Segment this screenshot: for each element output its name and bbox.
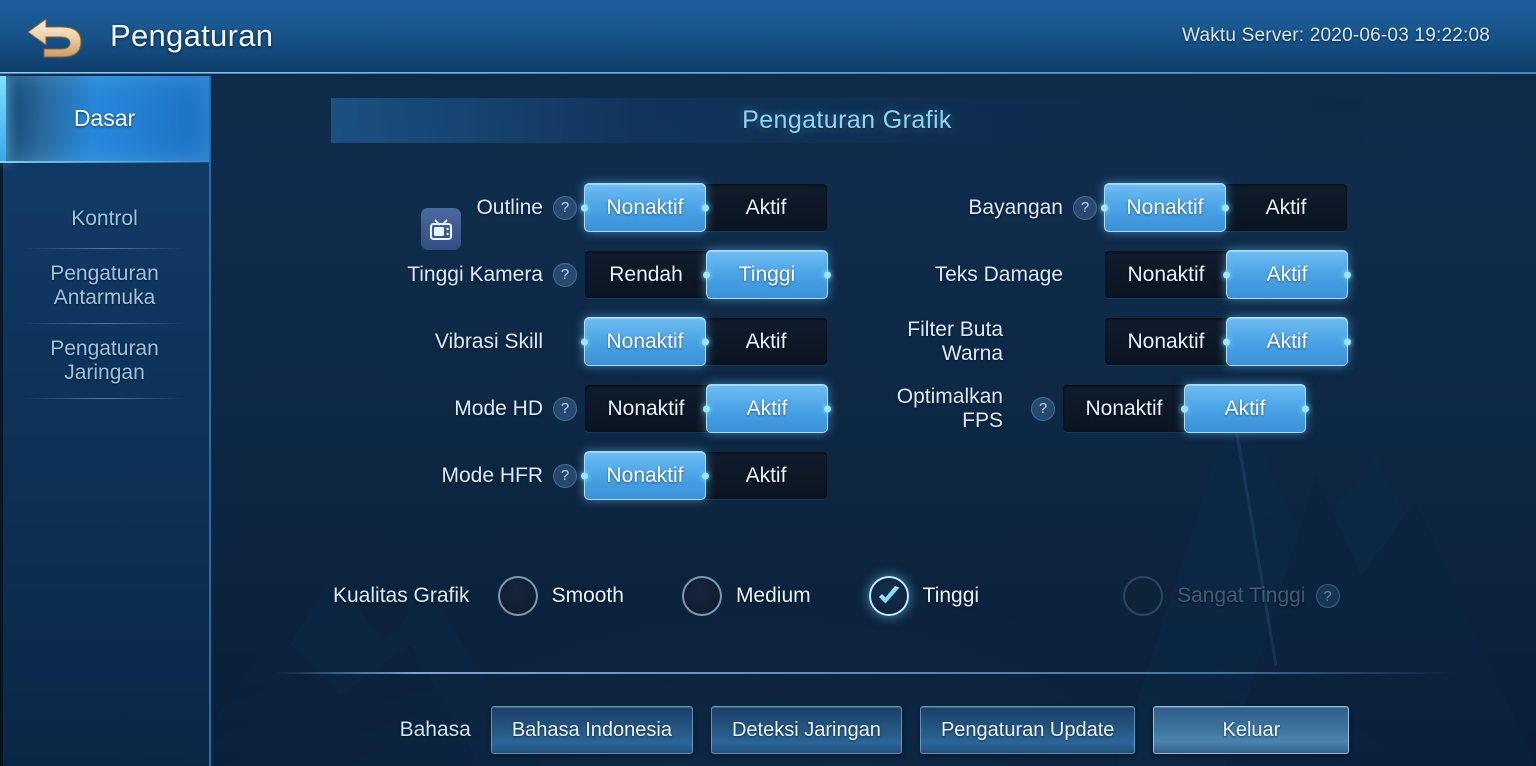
page-title: Pengaturan xyxy=(110,18,274,53)
radio-checked-icon xyxy=(868,576,909,616)
language-button[interactable]: Bahasa Indonesia xyxy=(490,706,693,754)
setting-label: Bayangan xyxy=(968,195,1063,219)
toggle-option-off[interactable]: Nonaktif xyxy=(1105,318,1227,365)
toggle-option-off[interactable]: Nonaktif xyxy=(1063,385,1185,432)
setting-row-mode-hfr: Mode HFR ? Nonaktif Aktif xyxy=(333,442,893,509)
quality-option-smooth[interactable]: Smooth xyxy=(497,576,624,616)
setting-label: Mode HD xyxy=(454,396,543,420)
panel-header: Pengaturan Grafik xyxy=(331,98,1363,143)
setting-row-filter-buta-warna: Filter Buta Warna Nonaktif Aktif xyxy=(853,308,1413,375)
toggle-option-off[interactable]: Nonaktif xyxy=(584,451,706,500)
sidebar-item-label: Kontrol xyxy=(71,207,138,231)
back-button[interactable] xyxy=(0,0,110,73)
help-icon[interactable]: ? xyxy=(1073,195,1097,220)
toggle-vibrasi-skill[interactable]: Nonaktif Aktif xyxy=(584,317,827,366)
graphics-quality-row: Kualitas Grafik Smooth Medium Tinggi San… xyxy=(333,576,1406,616)
toggle-option-off[interactable]: Nonaktif xyxy=(584,183,706,232)
settings-screen: Pengaturan Waktu Server: 2020-06-03 19:2… xyxy=(0,0,1536,766)
setting-label: Tinggi Kamera xyxy=(407,262,543,286)
toggle-mode-hfr[interactable]: Nonaktif Aktif xyxy=(584,451,827,500)
server-time: Waktu Server: 2020-06-03 19:22:08 xyxy=(1182,25,1490,46)
help-icon[interactable]: ? xyxy=(553,195,577,220)
back-arrow-icon xyxy=(27,18,82,58)
toggle-option-on[interactable]: Aktif xyxy=(705,184,827,231)
sidebar-item-label: Pengaturan Antarmuka xyxy=(50,262,159,309)
toggle-filter-buta-warna[interactable]: Nonaktif Aktif xyxy=(1105,317,1348,366)
bottom-toolbar: Bahasa Bahasa Indonesia Deteksi Jaringan… xyxy=(213,694,1536,766)
setting-row-vibrasi-skill: Vibrasi Skill Nonaktif Aktif xyxy=(333,308,893,375)
sidebar-item-kontrol[interactable]: Kontrol xyxy=(0,190,209,248)
help-icon[interactable]: ? xyxy=(1031,396,1055,421)
quality-option-label: Smooth xyxy=(551,584,624,607)
toggle-option-on[interactable]: Aktif xyxy=(1226,250,1348,299)
toggle-option-off[interactable]: Nonaktif xyxy=(585,385,707,432)
sidebar: Dasar Kontrol Pengaturan Antarmuka Penga… xyxy=(0,76,211,766)
setting-row-bayangan: Bayangan ? Nonaktif Aktif xyxy=(853,174,1413,241)
help-icon[interactable]: ? xyxy=(553,463,577,488)
quality-option-sangat-tinggi[interactable]: Sangat Tinggi ? xyxy=(1123,576,1347,616)
toggle-mode-hd[interactable]: Nonaktif Aktif xyxy=(585,384,828,433)
quality-option-medium[interactable]: Medium xyxy=(681,576,811,616)
setting-label: Mode HFR xyxy=(441,463,543,487)
quality-option-label: Medium xyxy=(735,584,811,607)
help-icon[interactable]: ? xyxy=(1315,584,1340,608)
setting-label: Teks Damage xyxy=(934,262,1063,286)
sidebar-item-label: Pengaturan Jaringan xyxy=(50,337,159,384)
setting-row-tinggi-kamera: Tinggi Kamera ? Rendah Tinggi xyxy=(333,241,893,308)
setting-row-optimalkan-fps: Optimalkan FPS ? Nonaktif Aktif xyxy=(853,375,1413,442)
help-icon[interactable]: ? xyxy=(553,396,577,421)
setting-label: Optimalkan FPS xyxy=(896,384,1003,432)
toggle-option-high[interactable]: Tinggi xyxy=(706,250,828,299)
sidebar-item-pengaturan-antarmuka[interactable]: Pengaturan Antarmuka xyxy=(0,249,209,323)
toggle-option-on[interactable]: Aktif xyxy=(1225,184,1347,231)
toggle-option-off[interactable]: Nonaktif xyxy=(584,317,706,366)
sidebar-item-label: Dasar xyxy=(73,105,136,132)
help-icon[interactable]: ? xyxy=(553,262,577,287)
radio-unchecked-icon xyxy=(681,576,722,616)
quality-option-label: Tinggi xyxy=(922,584,980,607)
graphics-quality-label: Kualitas Grafik xyxy=(333,584,470,607)
toggle-optimalkan-fps[interactable]: Nonaktif Aktif xyxy=(1063,384,1306,433)
toggle-teks-damage[interactable]: Nonaktif Aktif xyxy=(1105,250,1348,299)
setting-label: Vibrasi Skill xyxy=(434,329,543,353)
settings-column-left: Outline ? Nonaktif Aktif Tinggi Kamera ?… xyxy=(333,174,893,509)
toggle-option-on[interactable]: Aktif xyxy=(706,384,828,433)
toggle-option-on[interactable]: Aktif xyxy=(1184,384,1306,433)
toggle-outline[interactable]: Nonaktif Aktif xyxy=(584,183,827,232)
toggle-tinggi-kamera[interactable]: Rendah Tinggi xyxy=(585,250,828,299)
toggle-option-low[interactable]: Rendah xyxy=(585,251,707,298)
setting-label: Outline xyxy=(476,195,543,219)
toggle-option-off[interactable]: Nonaktif xyxy=(1104,183,1226,232)
update-settings-button[interactable]: Pengaturan Update xyxy=(919,706,1136,754)
toggle-option-on[interactable]: Aktif xyxy=(1226,317,1348,366)
setting-label: Filter Buta Warna xyxy=(907,317,1003,365)
sidebar-item-dasar[interactable]: Dasar xyxy=(0,76,209,163)
toggle-option-off[interactable]: Nonaktif xyxy=(1105,251,1227,298)
exit-button[interactable]: Keluar xyxy=(1153,706,1350,754)
quality-option-tinggi[interactable]: Tinggi xyxy=(868,576,980,616)
panel-title: Pengaturan Grafik xyxy=(742,106,952,134)
toggle-option-on[interactable]: Aktif xyxy=(705,318,827,365)
toggle-bayangan[interactable]: Nonaktif Aktif xyxy=(1104,183,1347,232)
language-label: Bahasa xyxy=(399,718,471,741)
bottom-divider xyxy=(275,672,1455,674)
sidebar-divider xyxy=(22,398,187,399)
title-bar: Pengaturan Waktu Server: 2020-06-03 19:2… xyxy=(0,0,1536,74)
toggle-option-on[interactable]: Aktif xyxy=(705,452,827,499)
setting-row-teks-damage: Teks Damage Nonaktif Aktif xyxy=(853,241,1413,308)
setting-row-outline: Outline ? Nonaktif Aktif xyxy=(333,174,893,241)
radio-unchecked-icon xyxy=(1123,576,1164,616)
quality-option-label: Sangat Tinggi xyxy=(1177,584,1306,607)
sidebar-item-pengaturan-jaringan[interactable]: Pengaturan Jaringan xyxy=(0,324,209,398)
settings-column-right: Bayangan ? Nonaktif Aktif Teks Damage No… xyxy=(853,174,1413,442)
content-panel: Pengaturan Grafik Outline ? Nonaktif Akt xyxy=(213,76,1536,766)
setting-row-mode-hd: Mode HD ? Nonaktif Aktif xyxy=(333,375,893,442)
radio-unchecked-icon xyxy=(497,576,538,616)
network-detection-button[interactable]: Deteksi Jaringan xyxy=(710,706,902,754)
